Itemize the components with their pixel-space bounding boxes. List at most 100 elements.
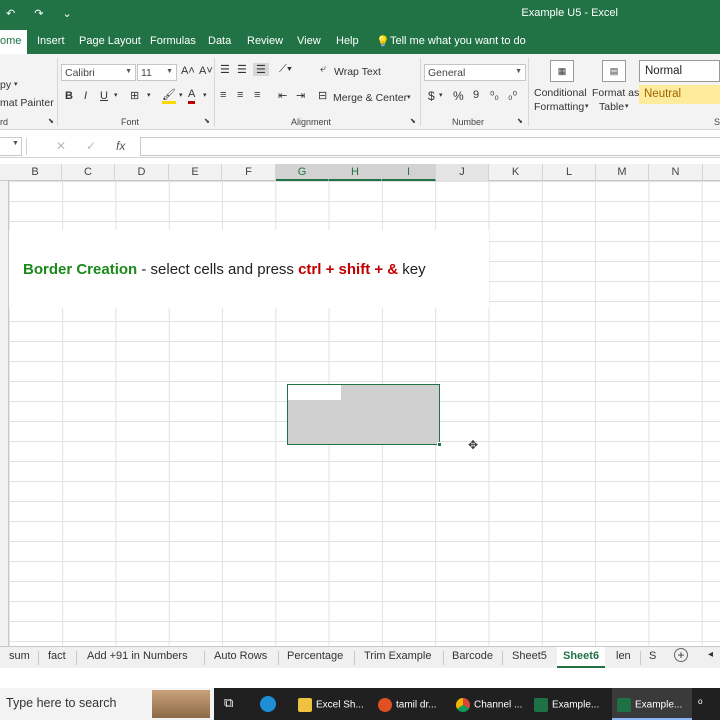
taskbar-item-excel-2[interactable]: Example...: [612, 688, 692, 720]
dialog-launcher-icon[interactable]: ⬊: [48, 117, 54, 125]
chevron-down-icon[interactable]: ▾: [14, 80, 18, 88]
font-color-icon[interactable]: A: [188, 88, 196, 104]
decrease-decimal-icon[interactable]: ₀⁰: [508, 89, 517, 102]
italic-button[interactable]: I: [84, 90, 87, 102]
tab-home[interactable]: ome: [0, 30, 28, 54]
sheet-tab-sheet6[interactable]: Sheet6: [557, 647, 606, 668]
grow-font-icon[interactable]: A˄: [181, 65, 195, 77]
format-as-table-button-line2[interactable]: Table: [599, 101, 624, 113]
chevron-down-icon[interactable]: ▾: [625, 102, 629, 110]
wrap-text-button[interactable]: Wrap Text: [334, 66, 381, 78]
font-size-select[interactable]: 11 ▼: [137, 64, 177, 81]
bold-button[interactable]: B: [65, 90, 73, 102]
increase-indent-icon[interactable]: ⇥: [296, 89, 305, 102]
column-header-j[interactable]: J: [436, 164, 489, 181]
sheet-tab-len[interactable]: len: [616, 650, 631, 662]
font-name-select[interactable]: Calibri ▼: [61, 64, 136, 81]
taskbar-item-tamil[interactable]: tamil dr...: [378, 688, 437, 720]
chevron-down-icon[interactable]: ▼: [12, 140, 19, 147]
selected-range[interactable]: [287, 384, 442, 447]
align-bottom-icon[interactable]: ☰: [253, 63, 269, 76]
sheet-tab-auto-rows[interactable]: Auto Rows: [214, 650, 267, 662]
column-header-h[interactable]: H: [329, 164, 382, 181]
column-header-l[interactable]: L: [543, 164, 596, 181]
tab-help[interactable]: Help: [336, 35, 359, 47]
dialog-launcher-icon[interactable]: ⬊: [410, 117, 416, 125]
scroll-left-icon[interactable]: ◂: [708, 649, 713, 660]
conditional-formatting-button[interactable]: Conditional: [534, 87, 587, 99]
align-left-icon[interactable]: ≡: [220, 89, 226, 101]
currency-button[interactable]: $: [428, 89, 435, 103]
column-header-d[interactable]: D: [115, 164, 169, 181]
increase-decimal-icon[interactable]: ⁰₀: [490, 89, 499, 102]
align-top-icon[interactable]: ☰: [220, 63, 230, 76]
taskbar-item-explorer[interactable]: Excel Sh...: [298, 688, 364, 720]
sheet-tab-fact[interactable]: fact: [48, 650, 66, 662]
copy-button[interactable]: py: [0, 79, 11, 91]
task-view-icon[interactable]: ⧉: [224, 688, 233, 720]
chevron-down-icon[interactable]: ▾: [203, 91, 207, 99]
tell-me-search[interactable]: Tell me what you want to do: [390, 35, 526, 47]
tab-formulas[interactable]: Formulas: [150, 35, 196, 47]
add-sheet-icon[interactable]: +: [674, 648, 688, 662]
decrease-indent-icon[interactable]: ⇤: [278, 89, 287, 102]
merge-center-button[interactable]: Merge & Center: [333, 92, 407, 104]
dialog-launcher-icon[interactable]: ⬊: [204, 117, 210, 125]
format-as-table-button[interactable]: Format as: [592, 87, 639, 99]
align-center-icon[interactable]: ≡: [237, 89, 243, 101]
enter-icon[interactable]: ✓: [86, 139, 96, 153]
active-cell[interactable]: [288, 385, 341, 400]
style-normal[interactable]: Normal: [639, 60, 720, 82]
column-header-c[interactable]: C: [62, 164, 115, 181]
tab-insert[interactable]: Insert: [37, 35, 65, 47]
column-header-g[interactable]: G: [276, 164, 329, 181]
tab-view[interactable]: View: [297, 35, 321, 47]
column-header-n[interactable]: N: [649, 164, 703, 181]
insert-function-icon[interactable]: fx: [116, 139, 125, 153]
sheet-tab-add-91[interactable]: Add +91 in Numbers: [87, 650, 188, 662]
style-neutral[interactable]: Neutral: [639, 85, 720, 104]
sheet-tab-sheet5[interactable]: Sheet5: [512, 650, 547, 662]
shrink-font-icon[interactable]: A˅: [199, 65, 213, 77]
column-header-m[interactable]: M: [596, 164, 649, 181]
align-right-icon[interactable]: ≡: [254, 89, 260, 101]
sheet-tab-s[interactable]: S: [649, 650, 656, 662]
fill-color-icon[interactable]: 🖌: [162, 88, 176, 104]
user-icon[interactable]: ᵒ: [698, 688, 703, 720]
format-painter-button[interactable]: mat Painter: [0, 97, 54, 109]
chevron-down-icon[interactable]: ▾: [179, 91, 183, 99]
number-format-select[interactable]: General ▼: [424, 64, 526, 81]
sheet-tab-sum[interactable]: sum: [9, 650, 30, 662]
dialog-launcher-icon[interactable]: ⬊: [517, 117, 523, 125]
taskbar-item-excel-1[interactable]: Example...: [534, 688, 599, 720]
sheet-tab-trim-example[interactable]: Trim Example: [364, 650, 431, 662]
sheet-tab-percentage[interactable]: Percentage: [287, 650, 343, 662]
tab-page-layout[interactable]: Page Layout: [79, 35, 141, 47]
chevron-down-icon[interactable]: ▾: [439, 91, 443, 99]
column-header-e[interactable]: E: [169, 164, 222, 181]
column-header-b[interactable]: B: [9, 164, 62, 181]
worksheet-grid[interactable]: B C D E F G H I J K L M N Border Creatio…: [0, 164, 720, 646]
tab-data[interactable]: Data: [208, 35, 231, 47]
percent-button[interactable]: %: [453, 89, 464, 103]
conditional-formatting-button-line2[interactable]: Formatting: [534, 101, 584, 113]
chevron-down-icon[interactable]: ▾: [585, 102, 589, 110]
orientation-icon[interactable]: ⟋▾: [279, 63, 292, 76]
chevron-down-icon[interactable]: ▾: [114, 91, 118, 99]
chevron-down-icon[interactable]: ▾: [147, 91, 151, 99]
underline-button[interactable]: U: [100, 90, 108, 102]
column-header-k[interactable]: K: [489, 164, 543, 181]
align-middle-icon[interactable]: ☰: [237, 63, 247, 76]
comma-button[interactable]: 9: [473, 89, 479, 101]
fill-handle[interactable]: [437, 442, 442, 447]
formula-input[interactable]: [140, 137, 720, 156]
sheet-tab-barcode[interactable]: Barcode: [452, 650, 493, 662]
tab-review[interactable]: Review: [247, 35, 283, 47]
column-header-f[interactable]: F: [222, 164, 276, 181]
edge-icon[interactable]: [260, 688, 280, 720]
taskbar-item-chrome[interactable]: Channel ...: [456, 688, 522, 720]
borders-icon[interactable]: ⊞: [130, 89, 139, 102]
chevron-down-icon[interactable]: ▾: [407, 93, 411, 101]
column-header-i[interactable]: I: [382, 164, 436, 181]
cancel-icon[interactable]: ✕: [56, 139, 66, 153]
